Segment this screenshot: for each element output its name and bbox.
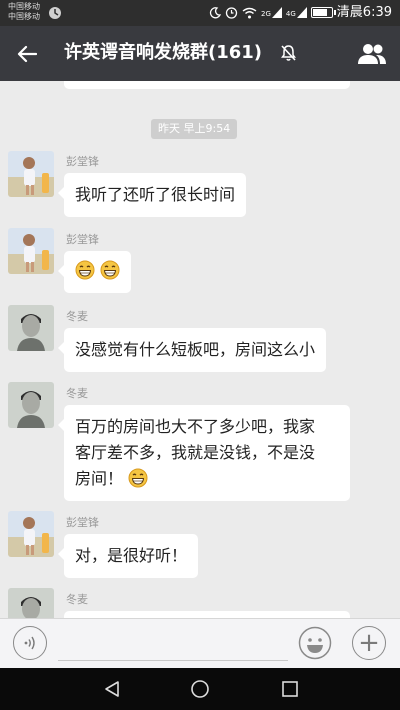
carrier-1: 中国移动 [8, 2, 40, 11]
group-members-button[interactable] [354, 36, 390, 72]
sender-name: 彭堂锋 [66, 516, 99, 529]
message-line: 客厅差不多，我就是没钱，不是没 [75, 443, 316, 462]
avatar[interactable] [8, 151, 54, 197]
message-text: 我听了还听了很长时间 [75, 185, 236, 204]
portrait-avatar [8, 382, 54, 428]
smile-icon [298, 626, 332, 660]
message-bubble[interactable] [57, 251, 132, 293]
sync-icon [49, 7, 61, 19]
grin-emoji-icon [128, 468, 148, 488]
portrait-avatar [8, 305, 54, 351]
avatar[interactable] [8, 382, 54, 428]
carrier-labels: 中国移动 中国移动 [8, 2, 40, 22]
message-input[interactable] [58, 630, 288, 661]
message-line: 房间！ [75, 469, 124, 488]
avatar[interactable] [8, 228, 54, 274]
alarm-icon [225, 7, 238, 19]
arrow-left-icon [17, 45, 37, 63]
message-text: 没感觉有什么短板吧，房间这么小 [75, 340, 316, 359]
sender-name: 冬麦 [66, 593, 88, 606]
signal-2: 4G [286, 7, 307, 18]
battery-icon [310, 7, 336, 18]
nav-back-button[interactable] [92, 674, 132, 704]
back-button[interactable] [8, 36, 46, 72]
sender-name: 冬麦 [66, 310, 88, 323]
timestamp-divider: 昨天 早上9:54 [151, 119, 238, 139]
input-bar: + [0, 618, 400, 668]
child-photo-avatar [8, 511, 54, 557]
emoji-button[interactable] [298, 626, 332, 660]
carrier-2: 中国移动 [8, 12, 40, 21]
portrait-avatar [8, 588, 54, 618]
people-icon [358, 44, 386, 64]
child-photo-avatar [8, 151, 54, 197]
nav-home-button[interactable] [180, 674, 220, 704]
circle-home-icon [191, 680, 209, 698]
signal-1: 2G [261, 7, 282, 18]
sender-name: 彭堂锋 [66, 233, 99, 246]
child-photo-avatar [8, 228, 54, 274]
message-list[interactable]: 昨天 早上9:54 彭堂锋 我听了还听了很长时间 彭堂锋 冬麦 没感觉有什么短板… [0, 81, 400, 618]
chat-title: 许英谔音响发烧群(161) [64, 42, 263, 63]
moon-icon [209, 6, 222, 18]
clock: 清晨6:39 [336, 5, 392, 20]
status-bar: 中国移动 中国移动 2G 4G 清晨6:39 [0, 0, 400, 26]
message-bubble[interactable]: 没感觉有什么短板吧，房间这么小 [57, 328, 327, 372]
status-right: 2G 4G 清晨6:39 [209, 5, 392, 20]
nav-recents-button[interactable] [270, 674, 310, 704]
chat-header: 许英谔音响发烧群(161) [0, 26, 400, 81]
avatar[interactable] [8, 305, 54, 351]
previous-bubble-edge [64, 81, 350, 89]
message-line-with-emoji: 房间！ [75, 466, 339, 492]
avatar[interactable] [8, 588, 54, 618]
voice-icon [24, 636, 35, 650]
sender-name: 冬麦 [66, 387, 88, 400]
avatar[interactable] [8, 511, 54, 557]
grin-emoji-icon [75, 260, 95, 280]
system-nav-bar [0, 668, 400, 710]
message-text: 对，是很好听！ [75, 546, 188, 565]
sender-name: 彭堂锋 [66, 155, 99, 168]
message-bubble[interactable] [64, 611, 350, 618]
message-bubble[interactable]: 我听了还听了很长时间 [57, 173, 247, 217]
square-recents-icon [282, 681, 298, 697]
message-bubble[interactable]: 百万的房间也大不了多少吧，我家 客厅差不多，我就是没钱，不是没 房间！ [58, 405, 350, 501]
plus-button[interactable]: + [352, 626, 386, 660]
bell-off-icon [280, 44, 297, 66]
triangle-back-icon [105, 681, 119, 697]
wifi-icon [242, 7, 257, 18]
plus-icon: + [358, 628, 380, 658]
message-line: 百万的房间也大不了多少吧，我家 [75, 417, 316, 436]
message-bubble[interactable]: 对，是很好听！ [57, 534, 199, 578]
voice-button[interactable] [13, 626, 47, 660]
grin-emoji-icon [100, 260, 120, 280]
